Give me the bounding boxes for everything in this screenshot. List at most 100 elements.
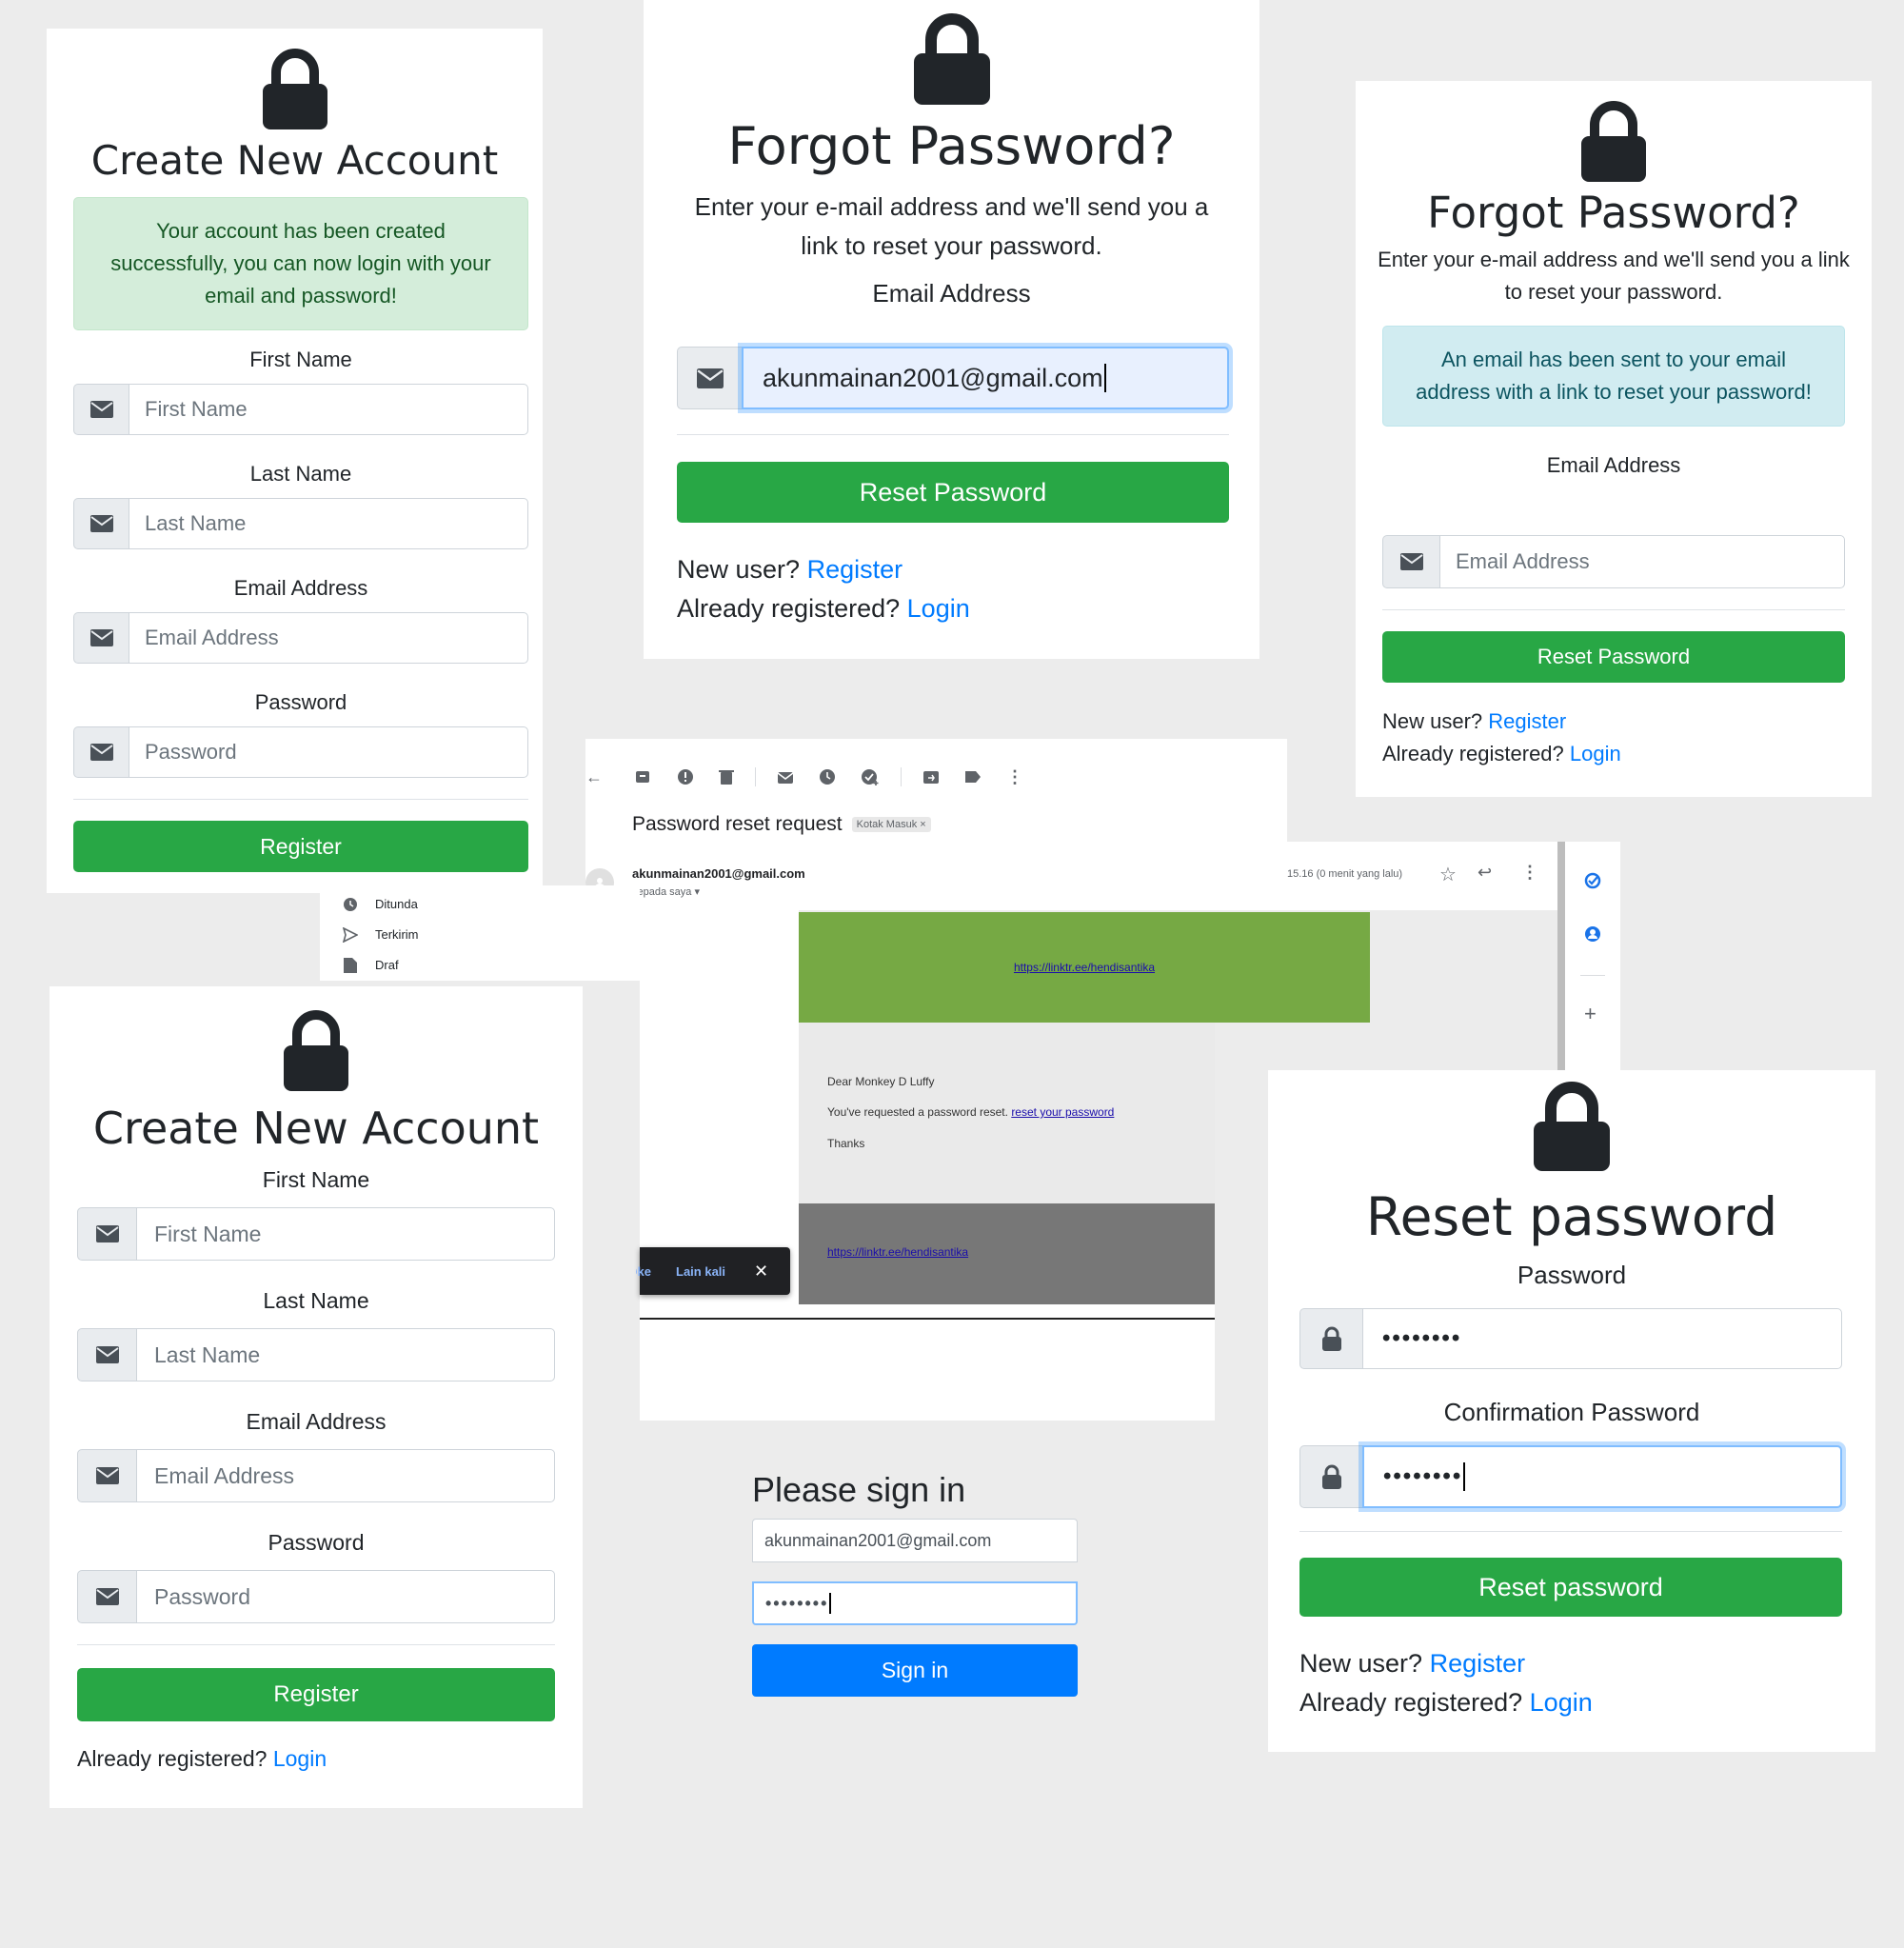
chevron-down-icon[interactable]: ▾ [694, 886, 700, 898]
login-link[interactable]: Login [1530, 1688, 1593, 1717]
email-input[interactable]: Email Address [1439, 535, 1845, 588]
forgot-password-sent-panel: Forgot Password? Enter your e-mail addre… [1356, 81, 1872, 797]
already-registered-text: Already registered? [677, 594, 901, 623]
register-button[interactable]: Register [77, 1668, 555, 1721]
password-input[interactable]: Password [136, 1570, 555, 1623]
first-name-label: First Name [249, 348, 352, 371]
label-icon[interactable] [964, 770, 982, 784]
back-arrow-icon[interactable]: ← [585, 767, 624, 787]
auth-links: New user? Register Already registered? L… [1299, 1644, 1593, 1722]
page-title: Forgot Password? [1427, 188, 1800, 238]
add-task-icon[interactable] [861, 768, 880, 785]
divider [73, 799, 528, 800]
lock-small-icon [1299, 1308, 1362, 1369]
form-field-password: Password Password [73, 690, 528, 778]
register-link[interactable]: Register [1488, 709, 1566, 733]
password-input[interactable]: •••••••• [1362, 1308, 1842, 1369]
email-footer: https://linktr.ee/hendisantika [799, 1203, 1215, 1304]
email-message: You've requested a password reset. reset… [827, 1105, 1115, 1119]
reset-password-panel: Reset password Password •••••••• Confirm… [1268, 1070, 1875, 1752]
email-input[interactable]: akunmainan2001@gmail.com [742, 347, 1229, 409]
first-name-input[interactable]: First Name [136, 1207, 555, 1261]
envelope-icon [677, 347, 742, 409]
confirm-password-group: •••••••• [1299, 1445, 1842, 1508]
envelope-icon [1382, 535, 1439, 588]
delete-icon[interactable] [719, 768, 734, 785]
form-field-last-name: Last Name Last Name [77, 1288, 555, 1381]
login-link[interactable]: Login [1570, 742, 1621, 765]
new-user-text: New user? [677, 555, 801, 584]
reset-password-button[interactable]: Reset Password [677, 462, 1229, 523]
clock-icon [344, 898, 357, 911]
alert-text: Your account has been created successful… [110, 219, 491, 308]
last-name-input[interactable]: Last Name [136, 1328, 555, 1381]
confirm-password-label: Confirmation Password [1443, 1398, 1700, 1426]
login-link[interactable]: Login [907, 594, 970, 623]
login-link[interactable]: Login [273, 1746, 327, 1771]
confirm-password-input[interactable]: •••••••• [1362, 1445, 1842, 1508]
more-options-icon[interactable]: ⋮ [1006, 767, 1023, 787]
register-link[interactable]: Register [1430, 1649, 1526, 1678]
first-name-input[interactable]: First Name [129, 384, 528, 435]
mark-unread-icon[interactable] [777, 769, 794, 785]
form-field-last-name: Last Name Last Name [73, 462, 528, 549]
snackbar-later-button[interactable]: Lain kali [676, 1264, 725, 1279]
alert-text: An email has been sent to your email add… [1416, 348, 1812, 404]
inbox-label-badge[interactable]: Kotak Masuk × [851, 817, 931, 832]
last-name-input[interactable]: Last Name [129, 498, 528, 549]
star-icon[interactable]: ☆ [1439, 863, 1457, 886]
forgot-password-panel: Forgot Password? Enter your e-mail addre… [644, 0, 1259, 659]
signin-title: Please sign in [752, 1470, 966, 1509]
bottom-divider [640, 1318, 1215, 1320]
reset-link[interactable]: reset your password [1011, 1105, 1114, 1119]
email-input[interactable]: Email Address [129, 612, 528, 664]
signin-button[interactable]: Sign in [752, 1644, 1078, 1697]
email-group: Email Address [1382, 535, 1845, 588]
contacts-icon[interactable] [1584, 925, 1601, 943]
more-vertical-icon[interactable]: ⋮ [1521, 863, 1538, 883]
envelope-icon [73, 726, 129, 778]
form-field-first-name: First Name First Name [73, 348, 528, 435]
lock-icon [913, 13, 990, 105]
nav-item-drafts[interactable]: Draf [343, 950, 419, 981]
move-to-icon[interactable] [922, 769, 940, 785]
email-subject: Password reset request [632, 813, 843, 835]
reset-password-button[interactable]: Reset Password [1382, 631, 1845, 683]
reply-icon[interactable]: ↩ [1478, 863, 1492, 883]
reset-password-button[interactable]: Reset password [1299, 1558, 1842, 1617]
close-icon[interactable]: ✕ [754, 1262, 768, 1282]
lock-icon [1534, 1082, 1610, 1171]
envelope-icon [77, 1449, 136, 1502]
nav-item-snoozed[interactable]: Ditunda [343, 889, 419, 920]
signin-email-input[interactable]: akunmainan2001@gmail.com [752, 1519, 1078, 1562]
email-banner: https://linktr.ee/hendisantika [799, 912, 1370, 1023]
footer-link[interactable]: https://linktr.ee/hendisantika [827, 1245, 968, 1259]
lock-small-icon [1299, 1445, 1362, 1508]
page-subtitle: Enter your e-mail address and we'll send… [1378, 248, 1850, 304]
password-input[interactable]: Password [129, 726, 528, 778]
add-addon-icon[interactable]: + [1584, 1002, 1597, 1026]
divider [77, 1644, 555, 1645]
register-button[interactable]: Register [73, 821, 528, 872]
archive-icon[interactable] [635, 769, 650, 785]
email-label: Email Address [872, 279, 1031, 308]
lock-icon [1581, 101, 1646, 182]
banner-link[interactable]: https://linktr.ee/hendisantika [1014, 961, 1155, 974]
envelope-icon [73, 612, 129, 664]
snackbar: Oke Lain kali ✕ [636, 1247, 790, 1295]
tasks-icon[interactable] [1584, 872, 1601, 889]
envelope-icon [77, 1207, 136, 1261]
email-input[interactable]: Email Address [136, 1449, 555, 1502]
envelope-icon [73, 384, 129, 435]
register-link[interactable]: Register [807, 555, 903, 584]
form-field-first-name: First Name First Name [77, 1167, 555, 1261]
snooze-icon[interactable] [819, 768, 836, 785]
nav-item-sent[interactable]: Terkirim [343, 920, 419, 950]
form-field-password: Password Password [77, 1530, 555, 1623]
report-spam-icon[interactable] [677, 768, 694, 785]
new-user-text: New user? [1299, 1649, 1423, 1678]
snackbar-ok-button[interactable]: Oke [636, 1264, 651, 1279]
signin-password-input[interactable]: •••••••• [752, 1581, 1078, 1625]
auth-links: New user? Register Already registered? L… [1382, 706, 1621, 770]
already-registered-text: Already registered? [77, 1746, 268, 1771]
